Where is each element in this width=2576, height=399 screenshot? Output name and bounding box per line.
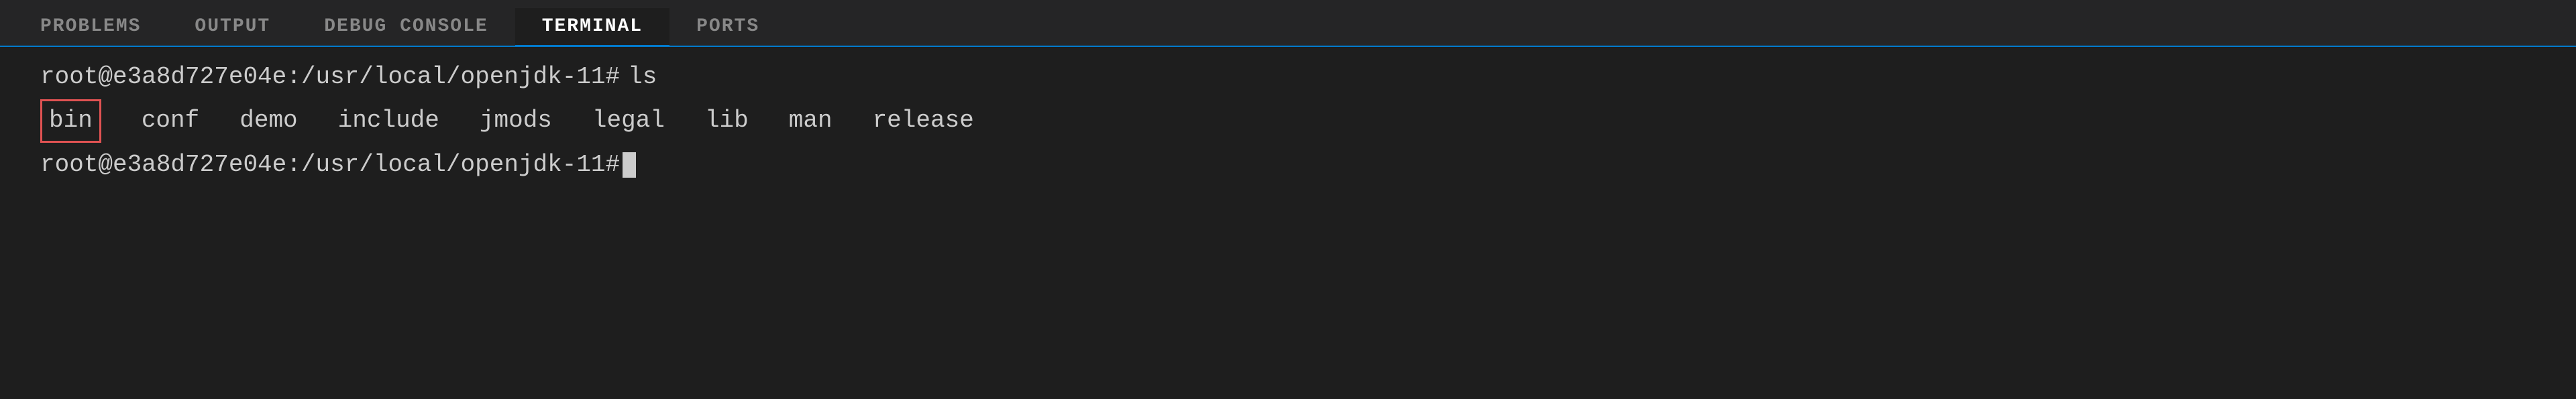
tab-terminal[interactable]: TERMINAL (515, 8, 669, 47)
prompt-3: root@e3a8d727e04e:/usr/local/openjdk-11# (40, 148, 620, 182)
tab-ports-label: PORTS (696, 16, 759, 37)
ls-item-bin: bin (40, 99, 101, 142)
ls-item-include: include (338, 104, 439, 137)
tab-debug-console[interactable]: DEBUG CONSOLE (297, 8, 515, 47)
ls-item-legal: legal (592, 104, 665, 137)
tab-output-label: OUTPUT (195, 16, 270, 37)
ls-item-release: release (873, 104, 974, 137)
terminal-line-1: root@e3a8d727e04e:/usr/local/openjdk-11#… (40, 60, 2536, 94)
ls-item-lib: lib (705, 104, 749, 137)
ls-item-demo: demo (239, 104, 297, 137)
tab-debug-console-label: DEBUG CONSOLE (324, 16, 488, 37)
tab-problems[interactable]: PROBLEMS (13, 8, 168, 47)
tab-terminal-label: TERMINAL (542, 16, 643, 37)
tab-bar: PROBLEMS OUTPUT DEBUG CONSOLE TERMINAL P… (0, 0, 2576, 47)
ls-item-man: man (789, 104, 833, 137)
ls-item-jmods: jmods (480, 104, 552, 137)
terminal-line-2: bin conf demo include jmods legal lib ma… (40, 99, 2536, 142)
ls-item-conf: conf (142, 104, 199, 137)
tab-ports[interactable]: PORTS (669, 8, 786, 47)
terminal-container: PROBLEMS OUTPUT DEBUG CONSOLE TERMINAL P… (0, 0, 2576, 399)
tab-output[interactable]: OUTPUT (168, 8, 297, 47)
terminal-cursor (623, 152, 636, 178)
tab-problems-label: PROBLEMS (40, 16, 141, 37)
prompt-1: root@e3a8d727e04e:/usr/local/openjdk-11# (40, 60, 620, 94)
terminal-line-3: root@e3a8d727e04e:/usr/local/openjdk-11# (40, 148, 2536, 182)
terminal-content[interactable]: root@e3a8d727e04e:/usr/local/openjdk-11#… (0, 47, 2576, 399)
command-1: ls (628, 60, 657, 94)
